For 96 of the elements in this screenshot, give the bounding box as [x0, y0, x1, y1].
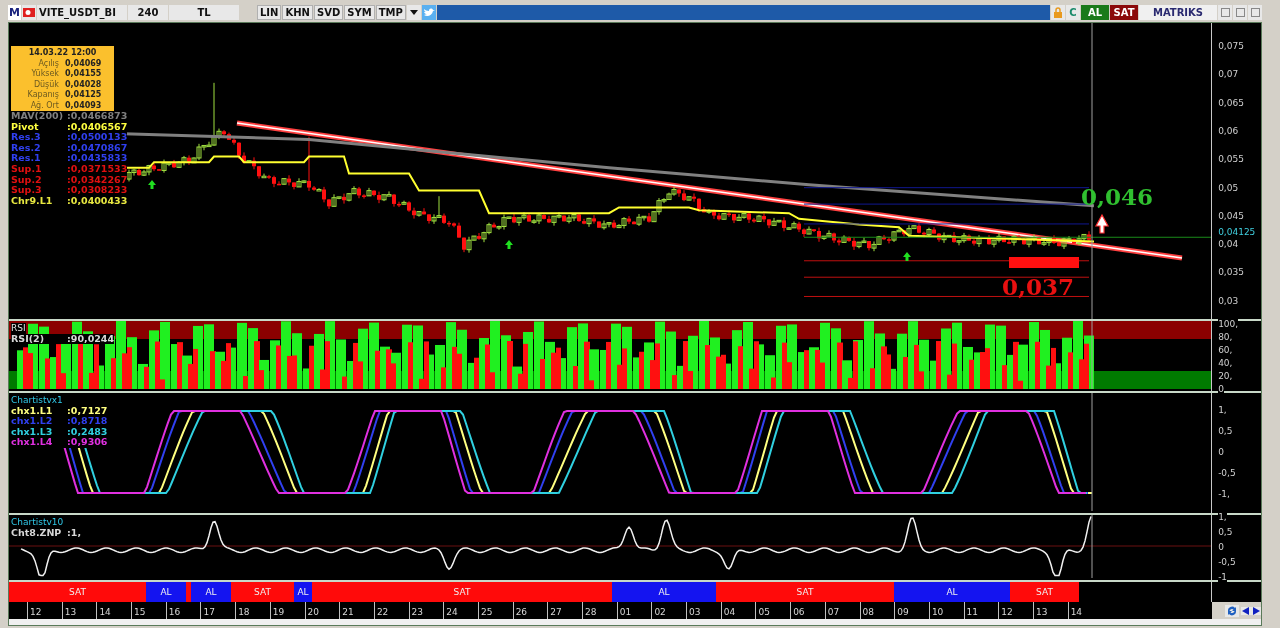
axis-label: -0,5 [1218, 557, 1236, 567]
axis-label: 20, [1218, 371, 1233, 381]
info-label: Yüksek [30, 69, 60, 80]
legend-value: :90,0244 [67, 333, 115, 345]
chart-tool-button[interactable]: KHN [282, 5, 313, 20]
legend-label: MAV(200) [11, 111, 65, 122]
legend-label: Res.1 [11, 153, 42, 164]
axis-label: 1, [1218, 405, 1227, 415]
signal-segment: SAT [716, 582, 894, 602]
legend-value: :1, [67, 527, 82, 539]
legend-label: Pivot [11, 121, 40, 133]
legend-label: Res.2 [11, 142, 42, 154]
signal-segment: SAT [312, 582, 612, 602]
legend-value: :0,0342267 [67, 174, 128, 186]
info-label: Düşük [32, 79, 60, 90]
info-datetime: 14.03.22 12:00 [27, 48, 98, 59]
target-price-label: 0,046 [1081, 185, 1154, 209]
legend-value: :0,0435833 [67, 153, 128, 164]
axis-label: 0,035 [1218, 267, 1244, 278]
target-price-label: 0,037 [1002, 275, 1075, 299]
legend-label: Cht8.ZNP [11, 527, 63, 539]
axis-label: -1 [1218, 572, 1228, 582]
panel-title: Chartistv10 [11, 517, 64, 528]
legend-label: chx1.L4 [11, 437, 54, 448]
legend-value: :0,2483 [67, 426, 108, 438]
axis-label: 0,065 [1218, 97, 1244, 108]
axis-label: 0 [1218, 447, 1224, 457]
legend-label: Sup.3 [11, 185, 43, 196]
legend-value: :0,0400433 [67, 195, 128, 207]
sell-button[interactable]: SAT [1110, 5, 1138, 20]
axis-label: 0 [1218, 384, 1224, 394]
axis-label: 0,045 [1218, 210, 1244, 221]
last-price-label: 0,04125 [1218, 227, 1256, 237]
chart-tool-button[interactable]: SVD [313, 5, 344, 20]
legend-value: :0,9306 [67, 437, 108, 448]
info-value: 0,04125 [65, 90, 102, 101]
legend-value: :0,0308233 [67, 185, 128, 196]
legend-label: Chr9.L1 [11, 195, 54, 207]
axis-label: 0,05 [1218, 182, 1239, 193]
axis-label: 0 [1218, 542, 1224, 552]
refresh-button[interactable]: C [1066, 5, 1080, 20]
legend-value: :0,8718 [67, 416, 108, 427]
axis-label: 0,075 [1218, 41, 1244, 51]
axis-label: 0,04 [1218, 239, 1239, 250]
legend-label: chx1.L3 [11, 426, 54, 438]
legend-label: Sup.1 [11, 163, 43, 175]
panel-title: RSI [11, 323, 26, 334]
axis-label: -0,5 [1218, 468, 1236, 478]
axis-label: 0,5 [1218, 527, 1233, 537]
legend-value: :0,0466873 [67, 111, 128, 122]
chart-tool-button[interactable]: LIN [257, 5, 282, 20]
panel-title: Chartistvx1 [11, 395, 63, 406]
legend-label: Res.3 [11, 132, 42, 143]
signal-segment: SAT [231, 582, 294, 602]
legend-value: :0,0470867 [67, 142, 128, 154]
axis-label: 0,06 [1218, 125, 1239, 136]
legend-label: chx1.L1 [11, 405, 54, 417]
signal-segment: AL [146, 582, 186, 602]
axis-label: -1, [1218, 489, 1230, 499]
legend-value: :0,0406567 [67, 121, 128, 133]
info-value: 0,04069 [65, 58, 102, 69]
legend-label: Sup.2 [11, 174, 43, 186]
axis-label: 80, [1218, 332, 1233, 342]
info-label: Kapanış [26, 90, 60, 101]
signal-segment: SAT [9, 582, 146, 602]
legend-value: :0,0500133 [67, 132, 128, 143]
currency-field[interactable]: TL [169, 5, 239, 20]
legend-value: :0,7127 [67, 405, 108, 417]
chart-tool-button[interactable]: TMP [375, 5, 406, 20]
period-field[interactable]: 240 [128, 5, 168, 20]
signal-segment: SAT [1010, 582, 1079, 602]
signal-segment: AL [894, 582, 1010, 602]
legend-value: :0,0371533 [67, 163, 128, 175]
axis-label: 0,03 [1218, 295, 1239, 306]
chart-tool-button[interactable]: SYM [344, 5, 375, 20]
signal-segment: AL [294, 582, 312, 602]
axis-label: 60, [1218, 345, 1233, 355]
legend-label: RSI(2) [11, 333, 45, 345]
axis-label: 0,5 [1218, 426, 1233, 436]
axis-label: 1, [1218, 512, 1227, 522]
buy-button[interactable]: AL [1081, 5, 1109, 20]
axis-label: 0,07 [1218, 69, 1239, 80]
info-value: 0,04028 [65, 79, 102, 90]
info-label: Ağ. Ort [29, 100, 60, 111]
axis-label: 0,055 [1218, 154, 1244, 165]
legend-label: chx1.L2 [11, 416, 54, 427]
info-value: 0,04093 [65, 100, 102, 111]
brand-label: MATRIKS [1139, 5, 1217, 20]
info-label: Açılış [37, 58, 60, 69]
axis-label: 100, [1218, 319, 1239, 329]
logo: M [8, 5, 21, 20]
symbol-field[interactable]: VITE_USDT_BI [37, 5, 127, 20]
axis-label: 40, [1218, 358, 1233, 368]
signal-segment: AL [191, 582, 231, 602]
info-value: 0,04155 [65, 69, 102, 80]
signal-segment: AL [612, 582, 716, 602]
